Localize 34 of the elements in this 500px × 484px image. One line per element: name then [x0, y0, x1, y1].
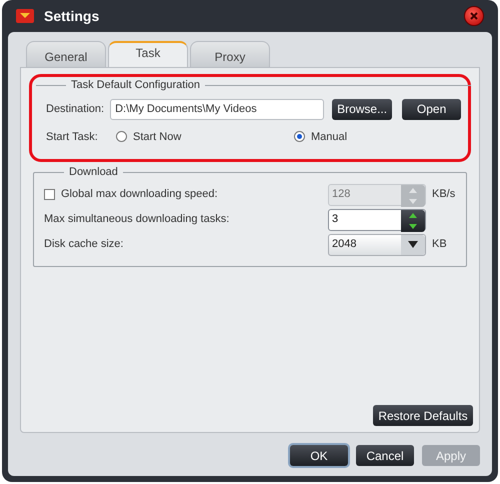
section-title: Download — [68, 165, 119, 180]
radio-button[interactable] — [116, 131, 127, 142]
field-label: Start Task: — [46, 130, 99, 144]
spin-arrows[interactable] — [401, 210, 425, 232]
open-button[interactable]: Open — [402, 98, 462, 120]
window-title: Settings — [44, 6, 100, 26]
radio-button[interactable] — [294, 131, 305, 142]
dropdown-arrow-icon — [408, 241, 418, 248]
restore-defaults-button[interactable]: Restore Defaults — [373, 405, 473, 426]
destination-field[interactable]: D:\My Documents\My Videos — [110, 98, 324, 120]
spin-field[interactable]: 3 — [328, 208, 426, 230]
field-label: Disk cache size: — [44, 237, 124, 252]
radio-label: Start Now — [133, 130, 182, 144]
dialog-button[interactable]: Cancel — [356, 445, 414, 466]
radio-label: Manual — [311, 130, 348, 144]
section-title: Task Default Configuration — [70, 78, 202, 93]
close-button[interactable] — [464, 6, 484, 26]
tab[interactable]: General — [26, 41, 106, 67]
dropdown[interactable]: 2048 — [328, 234, 426, 256]
field-label: Global max downloading speed: — [61, 187, 218, 202]
unit-label: KB — [431, 237, 448, 252]
field-label: Destination: — [46, 102, 104, 117]
browse-button[interactable]: Browse... — [332, 98, 392, 120]
close-icon — [470, 12, 478, 20]
field-label: Max simultaneous downloading tasks: — [44, 212, 230, 228]
unit-label: KB/s — [431, 187, 456, 202]
up-arrow-icon — [409, 188, 417, 192]
dialog-button[interactable]: OK — [290, 445, 348, 466]
down-arrow-icon — [409, 198, 417, 204]
app-logo-icon — [16, 9, 34, 23]
tab[interactable]: Task — [108, 41, 188, 67]
down-arrow-icon — [409, 224, 417, 228]
up-arrow-icon — [409, 212, 417, 218]
tab[interactable]: Proxy — [190, 41, 270, 67]
